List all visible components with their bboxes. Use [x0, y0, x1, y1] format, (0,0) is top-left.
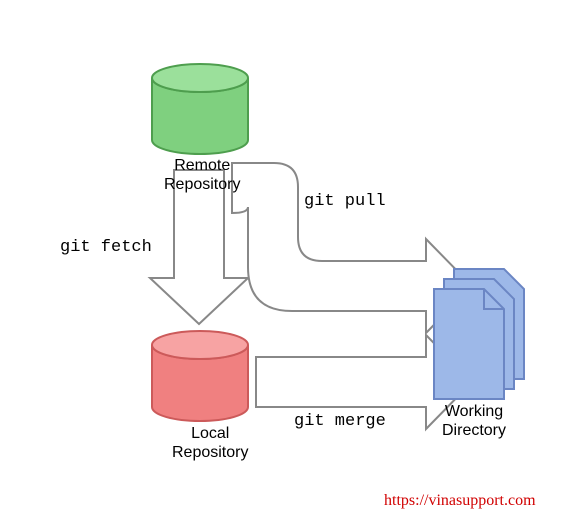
- working-dir-label-line1: Working: [445, 403, 503, 420]
- remote-repo-label-line2: Repository: [164, 176, 240, 193]
- local-repo-icon: [152, 331, 248, 421]
- working-dir-label-line2: Directory: [442, 422, 506, 439]
- local-repo-label: Local Repository: [172, 424, 248, 462]
- fetch-command-label: git fetch: [60, 238, 152, 258]
- merge-command-label: git merge: [294, 412, 386, 432]
- remote-repo-label-line1: Remote: [174, 157, 230, 174]
- diagram-svg: [0, 0, 566, 531]
- remote-repo-icon: [152, 64, 248, 154]
- pull-command-label: git pull: [304, 192, 386, 212]
- diagram-stage: Remote Repository Local Repository Worki…: [0, 0, 566, 531]
- watermark-url: https://vinasupport.com: [384, 492, 536, 510]
- remote-repo-label: Remote Repository: [164, 156, 240, 194]
- working-dir-label: Working Directory: [442, 402, 506, 440]
- local-repo-label-line1: Local: [191, 425, 229, 442]
- local-repo-label-line2: Repository: [172, 444, 248, 461]
- working-dir-icon: [434, 269, 524, 399]
